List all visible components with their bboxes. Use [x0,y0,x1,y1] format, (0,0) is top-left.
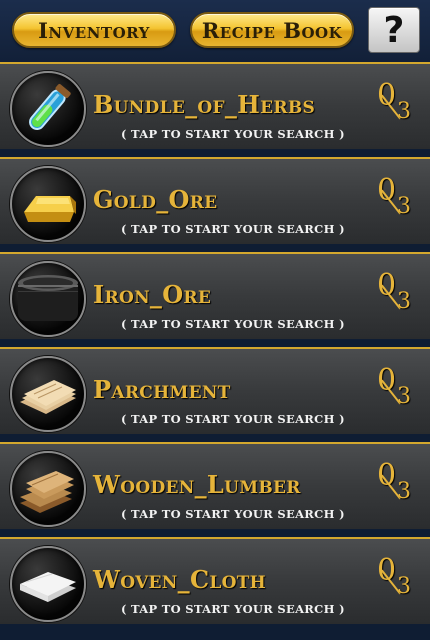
inventory-button[interactable]: Inventory [12,12,176,48]
item-count: 0 3 [374,268,418,328]
item-row-woven-cloth[interactable]: Woven_Cloth ( TAP TO START YOUR SEARCH )… [0,537,430,632]
item-name: Woven_Cloth [93,565,267,594]
search-hint: ( TAP TO START YOUR SEARCH ) [121,127,345,141]
needed-count: 3 [397,574,411,599]
item-row-gold-ore[interactable]: Gold_Ore ( TAP TO START YOUR SEARCH ) 0 … [0,157,430,252]
search-hint: ( TAP TO START YOUR SEARCH ) [121,412,345,426]
item-row-wooden-lumber[interactable]: Wooden_Lumber ( TAP TO START YOUR SEARCH… [0,442,430,537]
potion-vial-icon [10,71,86,147]
help-button[interactable]: ? [368,7,420,53]
item-count: 0 3 [374,78,418,138]
needed-count: 3 [397,479,411,504]
item-name: Parchment [93,375,231,404]
lumber-icon [10,451,86,527]
cloth-icon [10,546,86,622]
item-count: 0 3 [374,363,418,423]
needed-count: 3 [397,99,411,124]
recipe-book-button[interactable]: Recipe Book [190,12,354,48]
needed-count: 3 [397,289,411,314]
needed-count: 3 [397,194,411,219]
item-count: 0 3 [374,173,418,233]
search-hint: ( TAP TO START YOUR SEARCH ) [121,602,345,616]
item-name: Wooden_Lumber [93,470,301,499]
top-bar: Inventory Recipe Book ? [0,0,430,62]
search-hint: ( TAP TO START YOUR SEARCH ) [121,507,345,521]
item-name: Bundle_of_Herbs [93,90,316,119]
iron-ingot-icon [10,261,86,337]
item-count: 0 3 [374,553,418,613]
gold-bar-icon [10,166,86,242]
search-hint: ( TAP TO START YOUR SEARCH ) [121,222,345,236]
item-name: Gold_Ore [93,185,218,214]
item-row-iron-ore[interactable]: Iron_Ore ( TAP TO START YOUR SEARCH ) 0 … [0,252,430,347]
item-row-parchment[interactable]: Parchment ( TAP TO START YOUR SEARCH ) 0… [0,347,430,442]
search-hint: ( TAP TO START YOUR SEARCH ) [121,317,345,331]
item-count: 0 3 [374,458,418,518]
item-row-bundle-of-herbs[interactable]: Bundle_of_Herbs ( TAP TO START YOUR SEAR… [0,62,430,157]
item-name: Iron_Ore [93,280,212,309]
parchment-icon [10,356,86,432]
needed-count: 3 [397,384,411,409]
